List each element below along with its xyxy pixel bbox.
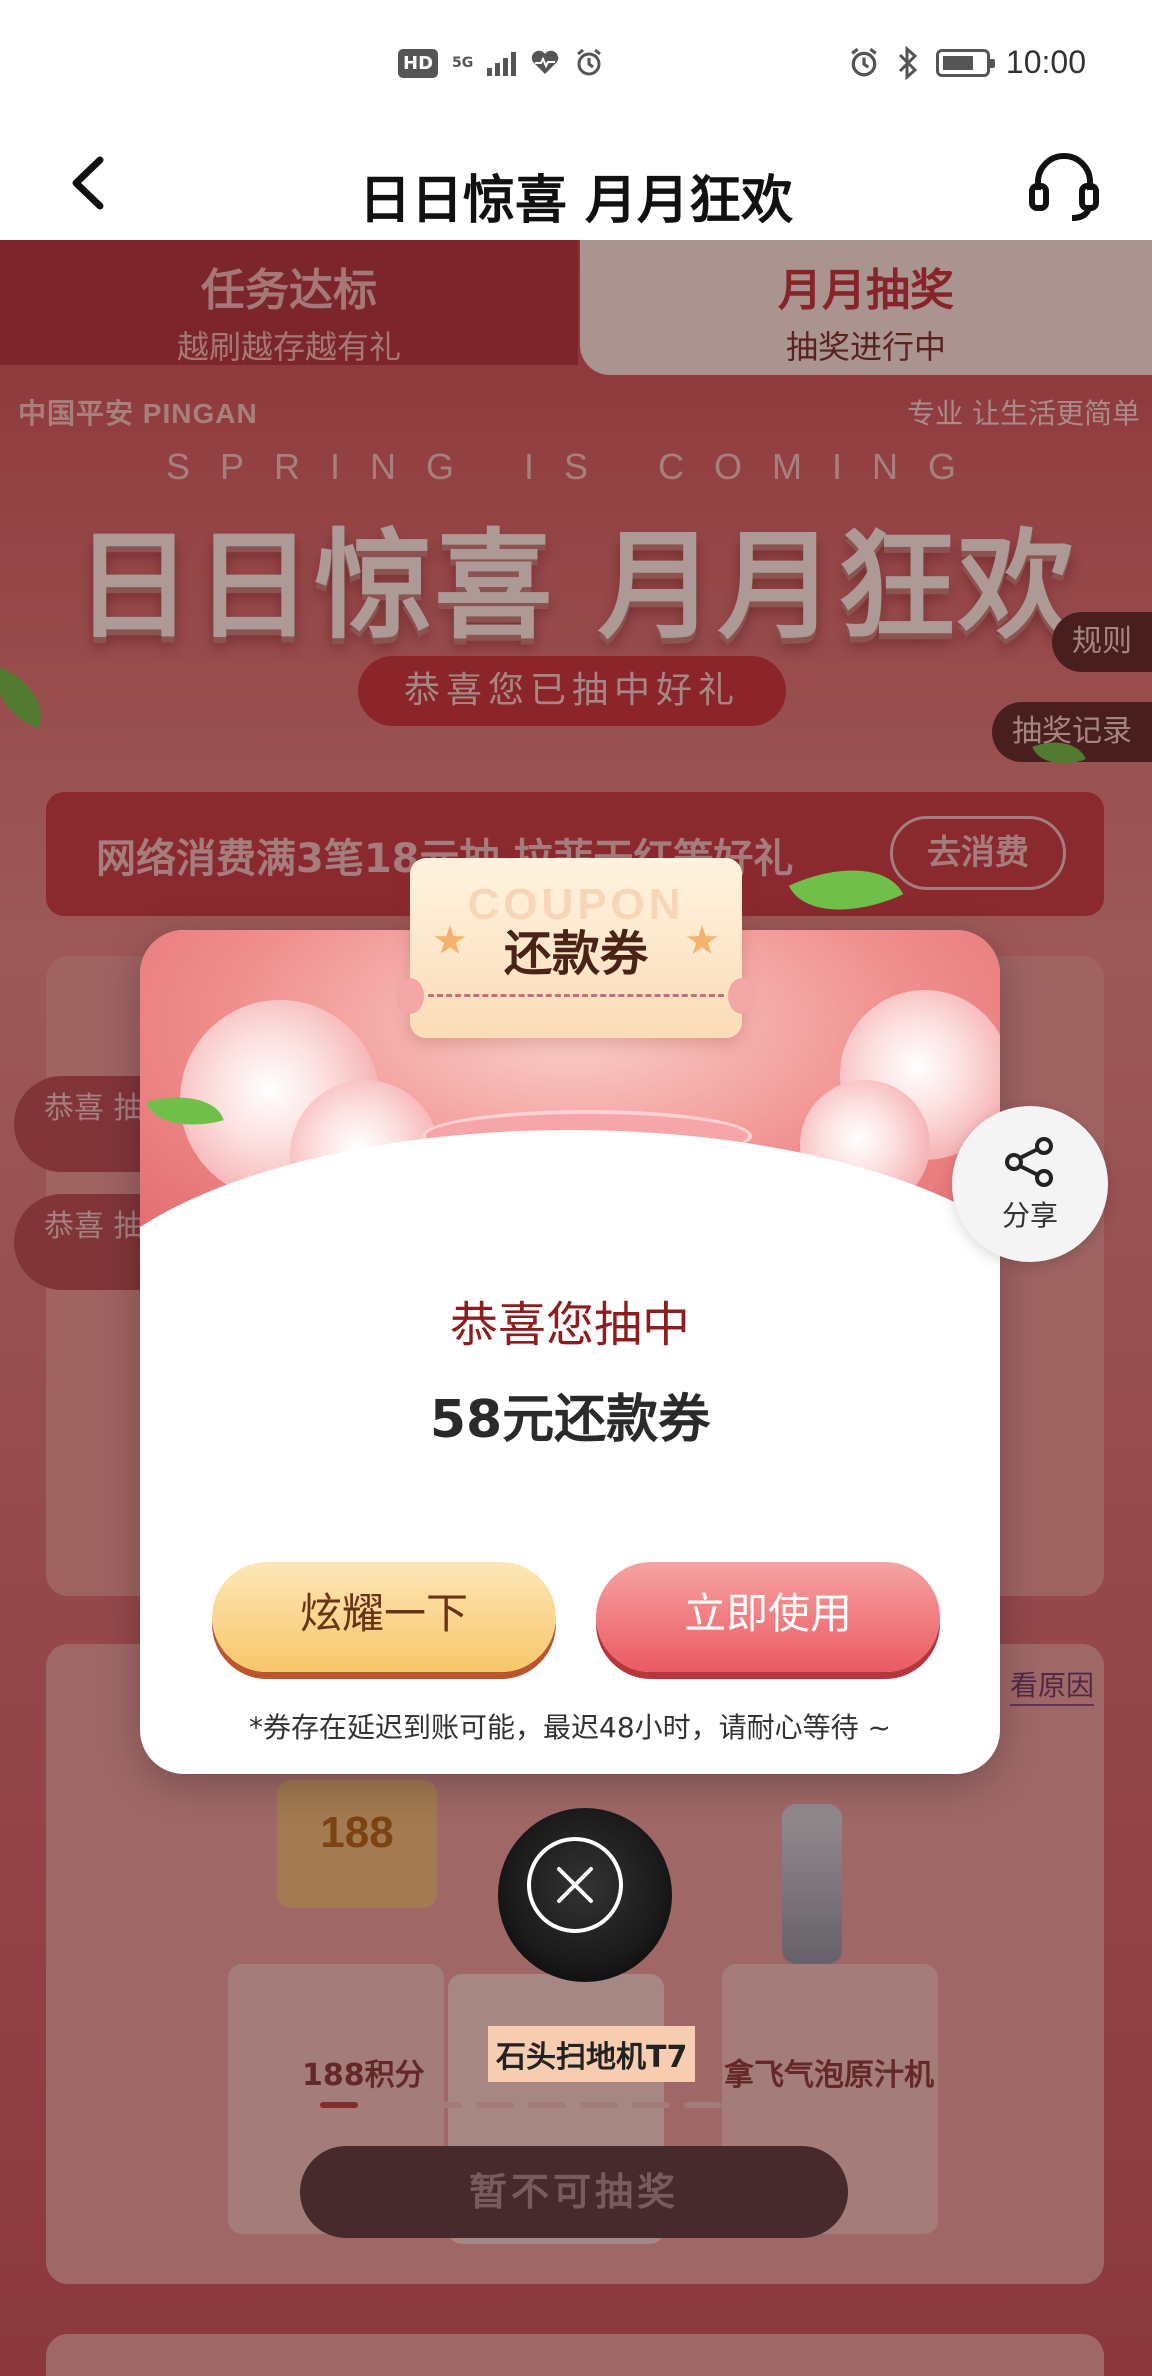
page-title: 日日惊喜 月月狂欢 [358,171,794,231]
network-type: 5G [452,55,474,71]
star-icon: ★ [432,918,468,964]
show-off-button[interactable]: 炫耀一下 [212,1562,556,1672]
alarm-icon [577,48,602,76]
status-bar: HD 5G 10:00 [0,0,1152,130]
status-left: HD 5G [398,48,604,78]
ticket-divider [428,994,724,997]
nav-bar: 日日惊喜 月月狂欢 [0,130,1152,240]
battery-icon [935,48,995,77]
delay-note: *券存在延迟到账可能，最迟48小时，请耐心等待 ~ [249,1711,891,1744]
status-right: 10:00 [848,44,1086,81]
status-time: 10:00 [1005,44,1086,80]
prize-label: 石头扫地机T7 [488,2026,696,2082]
signal-icon [487,50,517,76]
close-modal-button[interactable] [527,1837,623,1933]
modal-body: 恭喜您抽中 58元还款券 [140,1285,1000,1452]
hd-icon: HD [398,48,439,78]
alarm-icon [851,47,877,76]
prize-name: 58元还款券 [429,1390,711,1450]
share-button[interactable]: 分享 [952,1106,1108,1262]
share-label: 分享 [1001,1199,1058,1232]
use-now-button[interactable]: 立即使用 [596,1562,940,1672]
star-icon: ★ [684,918,720,964]
heart-rate-icon [532,50,559,74]
ticket-notch [728,978,756,1014]
prize-modal: 恭喜您抽中 58元还款券 炫耀一下 立即使用 *券存在延迟到账可能，最迟48小时… [140,930,1000,1774]
coupon-ticket: COUPON 还款券 ★ ★ [396,858,756,1038]
ticket-notch [396,978,424,1014]
close-icon [557,1867,593,1903]
customer-service-icon[interactable] [1026,148,1102,224]
share-icon [1005,1137,1053,1187]
congrats-text: 恭喜您抽中 [449,1297,690,1353]
bluetooth-icon [898,45,918,80]
